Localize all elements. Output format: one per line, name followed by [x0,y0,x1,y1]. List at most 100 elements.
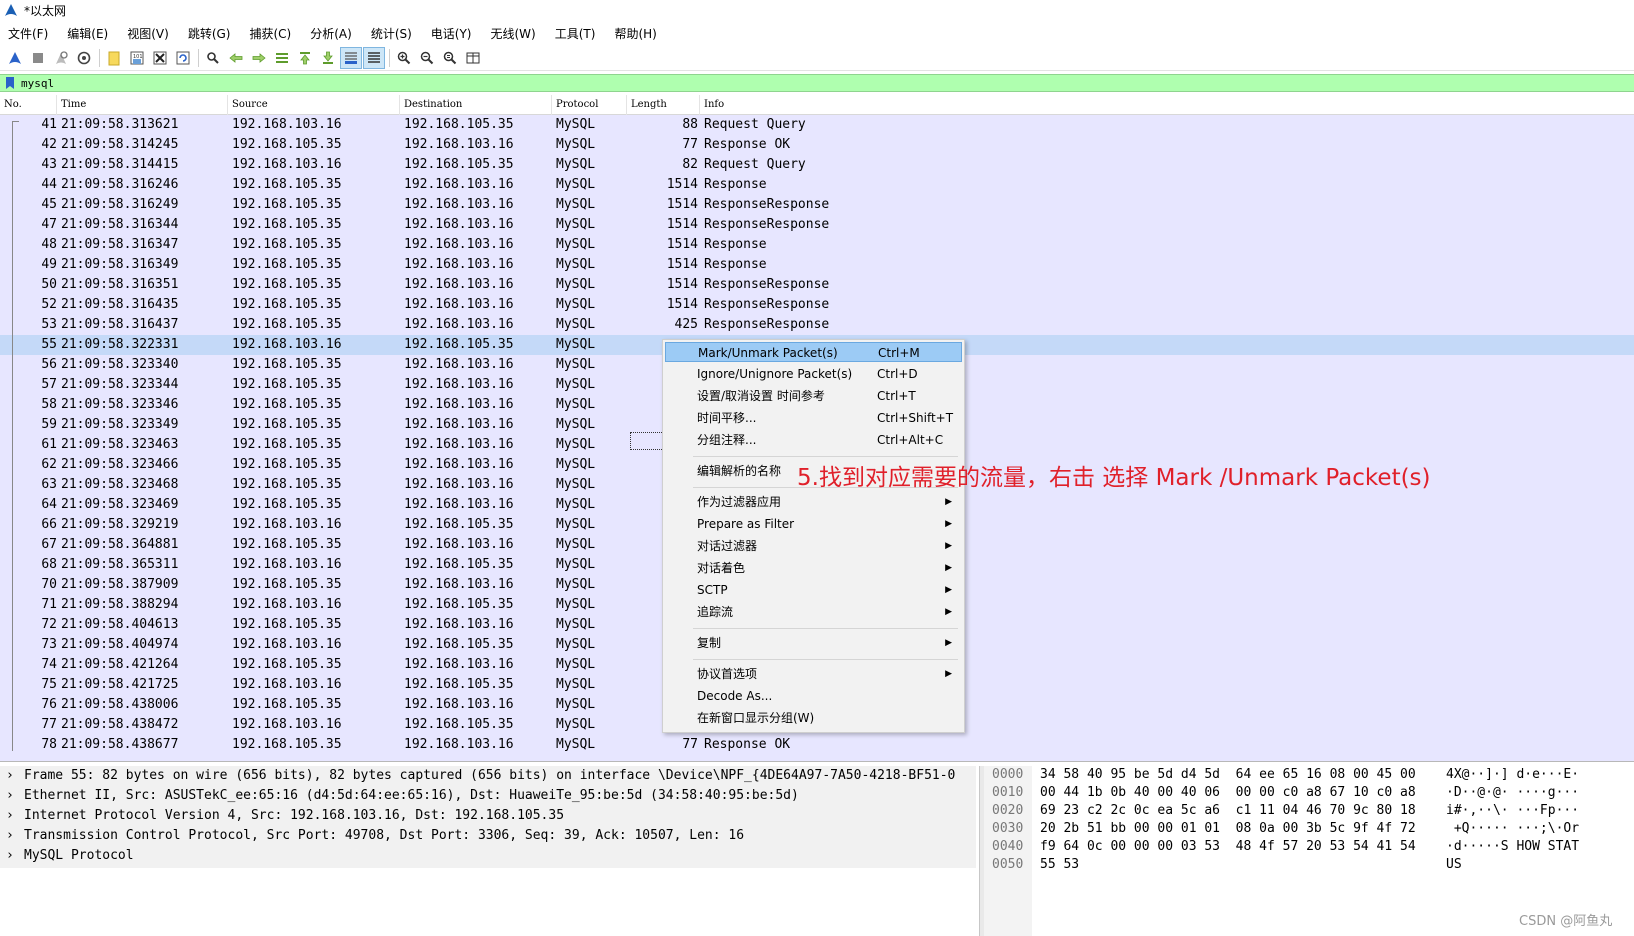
column-header-protocol[interactable]: Protocol [552,95,627,115]
zoom-out-button[interactable] [416,47,438,69]
menu-item[interactable]: 跳转(G) [186,23,233,44]
chevron-right-icon[interactable]: › [6,766,16,786]
menu-item[interactable]: 电话(Y) [429,23,474,44]
menu-item[interactable]: 视图(V) [125,23,171,44]
packet-destination: 192.168.103.16 [404,497,514,512]
start-capture-button[interactable] [4,47,26,69]
context-menu-item[interactable]: 作为过滤器应用 ▶ [665,492,962,512]
hex-bytes: 34 58 40 95 be 5d d4 5d 64 ee 65 16 08 0… [1040,767,1416,782]
zoom-in-button[interactable] [393,47,415,69]
packet-source: 192.168.105.35 [232,737,342,752]
packet-row[interactable]: 48 21:09:58.316347 192.168.105.35 192.168.1… [0,235,1634,255]
menu-item[interactable]: 编辑(E) [65,23,110,44]
context-menu-item[interactable]: 对话着色 ▶ [665,558,962,578]
packet-time: 21:09:58.421725 [61,677,179,692]
protocol-tree-label: Frame 55: 82 bytes on wire (656 bits), 8… [24,768,956,783]
column-header-source[interactable]: Source [228,95,400,115]
close-file-button[interactable] [149,47,171,69]
packet-source: 192.168.105.35 [232,257,342,272]
find-magnifier-icon [207,51,219,64]
packet-time: 21:09:58.314415 [61,157,179,172]
menu-item[interactable]: 捕获(C) [247,23,293,44]
chevron-right-icon[interactable]: › [6,846,16,866]
go-last-packet-button[interactable] [317,47,339,69]
chevron-right-icon[interactable]: › [6,826,16,846]
resize-columns-button[interactable] [462,47,484,69]
go-first-packet-button[interactable] [294,47,316,69]
save-file-button[interactable]: 101 [126,47,148,69]
find-packet-button[interactable] [202,47,224,69]
column-header-length[interactable]: Length [627,95,700,115]
packet-row[interactable]: 53 21:09:58.316437 192.168.105.35 192.168.1… [0,315,1634,335]
context-menu-item[interactable]: 追踪流 ▶ [665,602,962,622]
context-menu-item[interactable]: Prepare as Filter ▶ [665,514,962,534]
packet-row[interactable]: 41 21:09:58.313621 192.168.103.16 192.168.1… [0,115,1634,135]
protocol-tree-item[interactable]: › Frame 55: 82 bytes on wire (656 bits), … [0,766,976,786]
packet-no: 53 [41,317,57,332]
hex-bytes: 69 23 c2 2c 0c ea 5c a6 c1 11 04 46 70 9… [1040,803,1416,818]
go-forward-button[interactable] [248,47,270,69]
packet-time: 21:09:58.438006 [61,697,179,712]
zoom-normal-button[interactable] [439,47,461,69]
hex-offset: 0050 [992,857,1024,872]
packet-row[interactable]: 44 21:09:58.316246 192.168.105.35 192.168.1… [0,175,1634,195]
protocol-tree-item[interactable]: › Ethernet II, Src: ASUSTekC_ee:65:16 (d4… [0,786,976,806]
filter-bookmark-button[interactable] [3,75,17,91]
packet-source: 192.168.105.35 [232,397,342,412]
restart-capture-button[interactable] [50,47,72,69]
open-file-button[interactable] [103,47,125,69]
column-header-time[interactable]: Time [57,95,228,115]
packet-no: 57 [41,377,57,392]
protocol-tree-item[interactable]: › MySQL Protocol [0,846,976,866]
context-menu-item[interactable]: 在新窗口显示分组(W) [665,708,962,728]
column-header-no[interactable]: No. [0,95,57,115]
protocol-tree-item[interactable]: › Internet Protocol Version 4, Src: 192.1… [0,806,976,826]
autoscroll-button[interactable] [340,46,362,69]
stop-capture-button[interactable] [27,47,49,69]
packet-source: 192.168.105.35 [232,177,342,192]
menu-item[interactable]: 帮助(H) [612,23,658,44]
packet-info: Response [704,257,767,272]
context-menu-item[interactable]: Mark/Unmark Packet(s) Ctrl+M [665,342,962,362]
context-menu-item[interactable]: Ignore/Unignore Packet(s) Ctrl+D [665,364,962,384]
svg-text:101: 101 [133,54,143,60]
packet-destination: 192.168.105.35 [404,117,514,132]
context-menu-item[interactable]: 时间平移... Ctrl+Shift+T [665,408,962,428]
packet-row[interactable]: 52 21:09:58.316435 192.168.105.35 192.168.1… [0,295,1634,315]
reload-file-button[interactable] [172,47,194,69]
chevron-right-icon[interactable]: › [6,806,16,826]
menu-item[interactable]: 统计(S) [369,23,414,44]
packet-row[interactable]: 45 21:09:58.316249 192.168.105.35 192.168.1… [0,195,1634,215]
go-back-button[interactable] [225,47,247,69]
context-menu-item[interactable]: Decode As... [665,686,962,706]
packet-no: 59 [41,417,57,432]
packet-row[interactable]: 50 21:09:58.316351 192.168.105.35 192.168.1… [0,275,1634,295]
context-menu-item[interactable]: 分组注释... Ctrl+Alt+C [665,430,962,450]
context-menu-item[interactable]: 对话过滤器 ▶ [665,536,962,556]
packet-row[interactable]: 42 21:09:58.314245 192.168.105.35 192.168.1… [0,135,1634,155]
packet-destination: 192.168.103.16 [404,417,514,432]
capture-options-button[interactable] [73,47,95,69]
context-menu-item[interactable]: SCTP ▶ [665,580,962,600]
packet-row[interactable]: 47 21:09:58.316344 192.168.105.35 192.168.1… [0,215,1634,235]
go-to-packet-button[interactable] [271,47,293,69]
packet-row[interactable]: 78 21:09:58.438677 192.168.105.35 192.168.1… [0,735,1634,755]
colorize-button[interactable] [363,46,385,69]
menu-item[interactable]: 无线(W) [489,23,538,44]
menu-item[interactable]: 工具(T) [553,23,598,44]
menu-item[interactable]: 分析(A) [308,23,354,44]
packet-row[interactable]: 43 21:09:58.314415 192.168.103.16 192.168.1… [0,155,1634,175]
column-header-destination[interactable]: Destination [400,95,552,115]
context-menu-item[interactable]: 设置/取消设置 时间参考 Ctrl+T [665,386,962,406]
packet-source: 192.168.103.16 [232,717,342,732]
protocol-tree-item[interactable]: › Transmission Control Protocol, Src Port… [0,826,976,846]
column-header-info[interactable]: Info [700,95,1634,115]
menu-item[interactable]: 文件(F) [6,23,50,44]
context-menu-item[interactable]: 协议首选项 ▶ [665,664,962,684]
display-filter-input[interactable] [21,75,1601,91]
chevron-right-icon[interactable]: › [6,786,16,806]
context-menu-item[interactable]: 复制 ▶ [665,633,962,653]
close-file-icon [153,51,167,64]
packet-protocol: MySQL [556,357,596,372]
packet-row[interactable]: 49 21:09:58.316349 192.168.105.35 192.168.1… [0,255,1634,275]
